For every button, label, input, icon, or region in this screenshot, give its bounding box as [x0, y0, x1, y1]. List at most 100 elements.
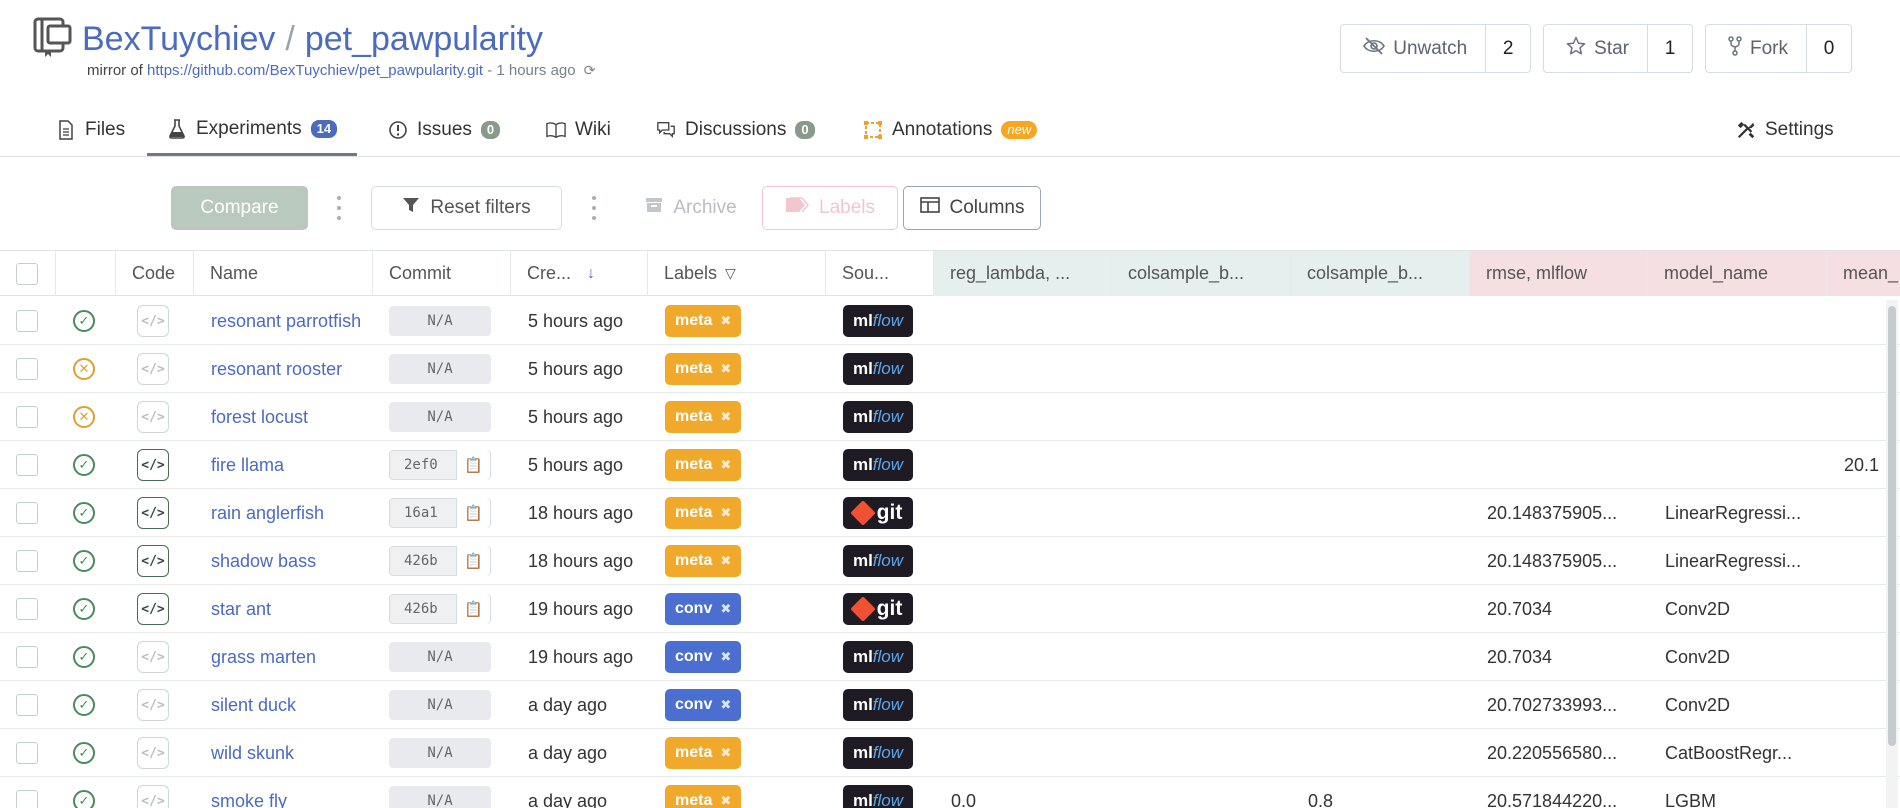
more-options-icon[interactable] — [591, 196, 597, 220]
star-button[interactable]: Star 1 — [1543, 24, 1693, 73]
remove-label-icon[interactable]: ✖ — [720, 409, 731, 425]
copy-clipboard-icon[interactable]: 📋 — [456, 594, 490, 624]
fork-button[interactable]: Fork 0 — [1705, 24, 1852, 73]
table-row[interactable]: ✕ </> forest locust N/A 5 hours ago meta ✖ ml fl… — [0, 393, 1900, 441]
table-scrollbar[interactable] — [1886, 300, 1898, 808]
commit-hash[interactable]: 426b — [404, 601, 438, 617]
row-checkbox[interactable] — [16, 310, 38, 332]
remove-label-icon[interactable]: ✖ — [720, 361, 731, 377]
refresh-icon[interactable]: ⟳ — [584, 62, 596, 79]
mirror-url-link[interactable]: https://github.com/BexTuychiev/pet_pawpu… — [147, 62, 483, 79]
remove-label-icon[interactable]: ✖ — [720, 697, 731, 713]
row-checkbox[interactable] — [16, 550, 38, 572]
table-row[interactable]: ✓ </> smoke fly N/A a day ago meta ✖ ml flow 0.0 0… — [0, 777, 1900, 808]
row-checkbox[interactable] — [16, 502, 38, 524]
tab-discussions[interactable]: Discussions 0 — [656, 104, 815, 156]
fork-button-main[interactable]: Fork — [1706, 25, 1807, 72]
tab-issues[interactable]: Issues 0 — [388, 104, 501, 156]
filter-funnel-icon[interactable]: ▽ — [725, 265, 736, 282]
label-tag[interactable]: meta ✖ — [665, 353, 742, 385]
row-checkbox[interactable] — [16, 694, 38, 716]
remove-label-icon[interactable]: ✖ — [720, 457, 731, 473]
remove-label-icon[interactable]: ✖ — [720, 745, 731, 761]
table-row[interactable]: ✕ </> resonant rooster N/A 5 hours ago meta ✖ m… — [0, 345, 1900, 393]
experiment-name-link[interactable]: shadow bass — [211, 551, 316, 572]
column-header-source[interactable]: Sou... — [826, 251, 934, 296]
row-checkbox[interactable] — [16, 646, 38, 668]
tab-wiki[interactable]: Wiki — [546, 104, 611, 156]
label-tag[interactable]: conv ✖ — [665, 689, 742, 721]
code-icon[interactable]: </> — [137, 545, 169, 577]
experiment-name-link[interactable]: rain anglerfish — [211, 503, 324, 524]
label-tag[interactable]: conv ✖ — [665, 593, 742, 625]
tab-settings[interactable]: Settings — [1736, 104, 1834, 156]
experiment-name-link[interactable]: silent duck — [211, 695, 296, 716]
column-header-rmse[interactable]: rmse, mlflow — [1470, 251, 1648, 296]
table-row[interactable]: ✓ </> shadow bass 426b 📋 18 hours ago meta ✖ ml f… — [0, 537, 1900, 585]
label-tag[interactable]: meta ✖ — [665, 449, 742, 481]
table-row[interactable]: ✓ </> rain anglerfish 16a1 📋 18 hours ago meta… — [0, 489, 1900, 537]
row-checkbox[interactable] — [16, 598, 38, 620]
scrollbar-thumb[interactable] — [1888, 306, 1896, 746]
column-header-colsample-1[interactable]: colsample_b... — [1112, 251, 1291, 296]
unwatch-button-main[interactable]: Unwatch — [1341, 25, 1487, 72]
stars-count[interactable]: 1 — [1648, 25, 1692, 72]
commit-sha[interactable]: 426b 📋 — [389, 546, 491, 576]
row-checkbox[interactable] — [16, 406, 38, 428]
star-button-main[interactable]: Star — [1544, 25, 1648, 72]
compare-button[interactable]: Compare — [171, 186, 308, 230]
forks-count[interactable]: 0 — [1807, 25, 1851, 72]
watchers-count[interactable]: 2 — [1486, 25, 1530, 72]
label-tag[interactable]: meta ✖ — [665, 305, 742, 337]
select-all-checkbox[interactable] — [16, 262, 38, 285]
row-checkbox[interactable] — [16, 790, 38, 808]
commit-sha[interactable]: 16a1 📋 — [389, 498, 491, 528]
experiment-name-link[interactable]: wild skunk — [211, 743, 294, 764]
experiment-name-link[interactable]: star ant — [211, 599, 271, 620]
label-tag[interactable]: meta ✖ — [665, 785, 742, 808]
tab-experiments[interactable]: Experiments 14 — [147, 104, 358, 156]
column-header-created[interactable]: Cre... ↓ — [511, 251, 648, 296]
column-header-name[interactable]: Name — [194, 251, 373, 296]
row-checkbox[interactable] — [16, 358, 38, 380]
code-icon[interactable]: </> — [137, 449, 169, 481]
table-row[interactable]: ✓ </> fire llama 2ef0 📋 5 hours ago meta ✖ ml flo… — [0, 441, 1900, 489]
tab-annotations[interactable]: Annotations new — [863, 104, 1038, 156]
commit-hash[interactable]: 426b — [404, 553, 438, 569]
column-header-reg-lambda[interactable]: reg_lambda, ... — [934, 251, 1112, 296]
experiment-name-link[interactable]: resonant rooster — [211, 359, 342, 380]
unwatch-button[interactable]: Unwatch 2 — [1340, 24, 1532, 73]
row-checkbox[interactable] — [16, 742, 38, 764]
experiment-name-link[interactable]: resonant parrotfish — [211, 311, 361, 332]
row-checkbox[interactable] — [16, 454, 38, 476]
remove-label-icon[interactable]: ✖ — [720, 313, 731, 329]
label-tag[interactable]: conv ✖ — [665, 641, 742, 673]
remove-label-icon[interactable]: ✖ — [720, 601, 731, 617]
reset-filters-button[interactable]: Reset filters — [371, 186, 562, 230]
code-icon[interactable]: </> — [137, 593, 169, 625]
column-header-code[interactable]: Code — [116, 251, 194, 296]
copy-clipboard-icon[interactable]: 📋 — [456, 450, 490, 480]
column-header-colsample-2[interactable]: colsample_b... — [1291, 251, 1470, 296]
label-tag[interactable]: meta ✖ — [665, 497, 742, 529]
remove-label-icon[interactable]: ✖ — [720, 553, 731, 569]
column-header-mean[interactable]: mean_ — [1827, 251, 1900, 296]
label-tag[interactable]: meta ✖ — [665, 545, 742, 577]
commit-hash[interactable]: 16a1 — [404, 505, 438, 521]
columns-button[interactable]: Columns — [903, 186, 1041, 230]
label-tag[interactable]: meta ✖ — [665, 401, 742, 433]
column-header-model-name[interactable]: model_name — [1648, 251, 1827, 296]
column-header-labels[interactable]: Labels ▽ — [648, 251, 826, 296]
table-row[interactable]: ✓ </> grass marten N/A 19 hours ago conv ✖ ml fl… — [0, 633, 1900, 681]
copy-clipboard-icon[interactable]: 📋 — [456, 546, 490, 576]
more-options-icon[interactable] — [336, 196, 342, 220]
tab-files[interactable]: Files — [56, 104, 125, 156]
table-row[interactable]: ✓ </> star ant 426b 📋 19 hours ago conv ✖ git 20.… — [0, 585, 1900, 633]
experiment-name-link[interactable]: smoke fly — [211, 791, 287, 808]
experiment-name-link[interactable]: fire llama — [211, 455, 284, 476]
column-header-commit[interactable]: Commit — [373, 251, 511, 296]
experiment-name-link[interactable]: grass marten — [211, 647, 316, 668]
sort-arrow-down-icon[interactable]: ↓ — [587, 265, 595, 283]
archive-button[interactable]: Archive — [640, 186, 742, 230]
labels-button[interactable]: Labels — [762, 186, 898, 230]
